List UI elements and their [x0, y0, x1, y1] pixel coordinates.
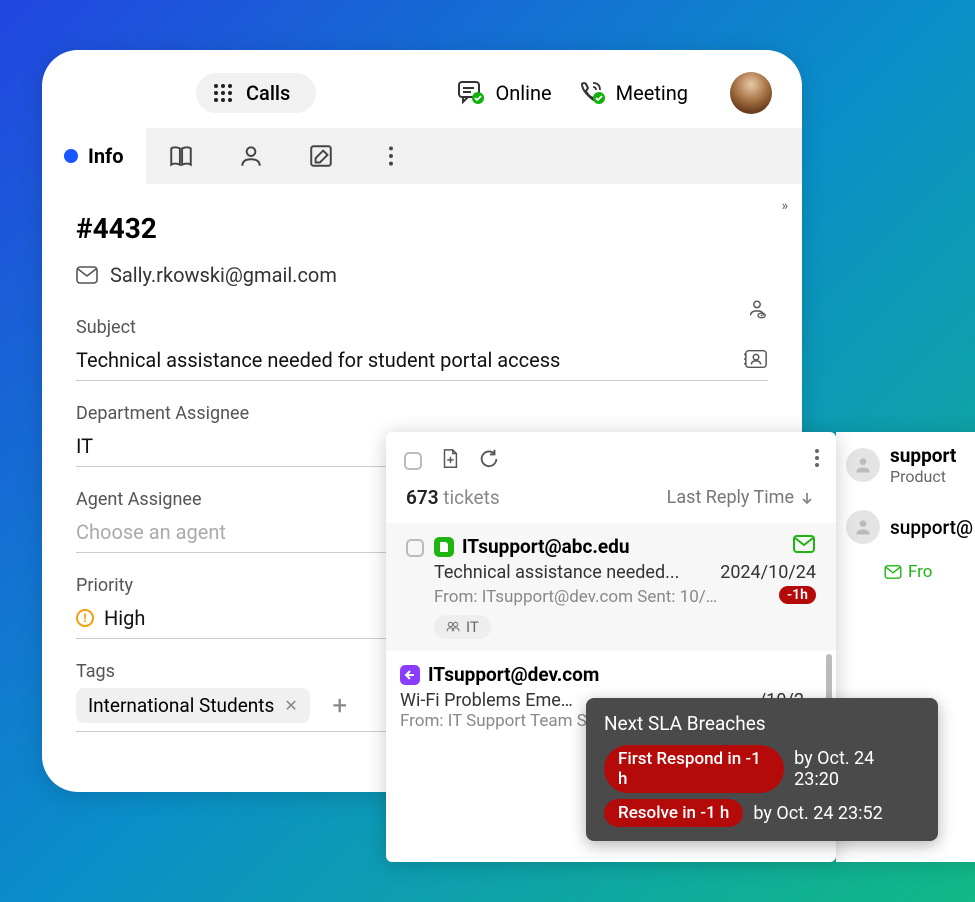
ticket-subject: Technical assistance needed... — [434, 562, 679, 583]
tab-more[interactable] — [356, 128, 426, 184]
ticket-list-item[interactable]: ITsupport@abc.edu Technical assistance n… — [386, 523, 836, 651]
dept-chip-label: IT — [466, 618, 479, 636]
refresh-icon[interactable] — [478, 448, 500, 470]
tags-field: Tags International Students ✕ + — [76, 661, 396, 732]
message-from-label: Fro — [908, 562, 932, 582]
tab-edit[interactable] — [286, 128, 356, 184]
sla-tooltip: Next SLA Breaches First Respond in -1 h … — [586, 698, 938, 841]
contact-card-icon[interactable] — [744, 348, 768, 370]
tab-knowledge[interactable] — [146, 128, 216, 184]
info-icon — [64, 149, 78, 163]
priority-high-icon: ! — [76, 609, 94, 627]
sla-first-respond-badge: First Respond in -1 h — [604, 745, 784, 793]
subject-label: Subject — [76, 317, 768, 338]
tag-remove-icon[interactable]: ✕ — [284, 696, 297, 715]
message-preview: Fro — [884, 562, 975, 582]
thread-subject: Product — [890, 467, 956, 486]
agent-placeholder[interactable]: Choose an agent — [76, 516, 396, 553]
tab-bar: Info — [42, 128, 802, 184]
tag-text: International Students — [88, 694, 274, 717]
ticket-checkbox[interactable] — [406, 539, 424, 557]
subject-field: Subject Technical assistance needed for … — [76, 317, 768, 381]
message-sender: support@ — [890, 516, 973, 539]
requester-email-row: Sally.rkowski@gmail.com — [76, 263, 768, 287]
topbar: Calls Online Meeting — [42, 50, 802, 128]
thread-sender: support — [890, 444, 956, 467]
department-label: Department Assignee — [76, 403, 396, 424]
sort-label: Last Reply Time — [667, 487, 794, 508]
person-icon — [238, 143, 264, 169]
add-tag-button[interactable]: + — [324, 690, 356, 722]
online-label: Online — [495, 81, 551, 105]
sla-tooltip-title: Next SLA Breaches — [604, 712, 920, 735]
message-row[interactable]: support@ — [836, 498, 975, 556]
list-summary: 673 tickets Last Reply Time — [386, 480, 836, 523]
envelope-outline-icon — [884, 565, 902, 579]
subject-value[interactable]: Technical assistance needed for student … — [76, 344, 768, 381]
ticket-from: ITsupport@dev.com — [428, 663, 599, 686]
sla-badge: -1h — [779, 586, 816, 604]
ticket-count: 673 — [406, 486, 439, 509]
chat-icon — [457, 80, 485, 106]
tab-contact[interactable] — [216, 128, 286, 184]
tags-label: Tags — [76, 661, 396, 682]
department-field: Department Assignee IT — [76, 403, 396, 467]
ticket-date: 2024/10/24 — [720, 562, 816, 583]
tab-info[interactable]: Info — [42, 128, 146, 184]
expand-icon[interactable]: » — [781, 198, 788, 214]
sla-row: First Respond in -1 h by Oct. 24 23:20 — [604, 745, 920, 793]
meeting-label: Meeting — [616, 81, 688, 105]
new-ticket-icon[interactable] — [440, 448, 460, 470]
ticket-id: #4432 — [76, 212, 768, 245]
dialpad-icon — [214, 84, 232, 102]
sla-resolve-badge: Resolve in -1 h — [604, 799, 743, 827]
meeting-status[interactable]: Meeting — [578, 80, 688, 106]
ticket-meta: From: ITsupport@dev.com Sent: 10/… — [434, 587, 717, 607]
select-all-checkbox[interactable] — [404, 452, 422, 470]
group-icon — [446, 621, 460, 633]
online-status[interactable]: Online — [457, 80, 551, 106]
envelope-icon — [76, 266, 98, 284]
arrow-down-icon — [800, 491, 814, 505]
tab-info-label: Info — [88, 144, 124, 168]
avatar-placeholder-icon — [846, 448, 880, 482]
agent-label: Agent Assignee — [76, 489, 396, 510]
sla-resolve-time: by Oct. 24 23:52 — [753, 803, 882, 824]
sla-row: Resolve in -1 h by Oct. 24 23:52 — [604, 799, 920, 827]
ticket-count-suffix: tickets — [443, 486, 499, 509]
priority-value-row[interactable]: ! High — [76, 602, 396, 639]
calls-button[interactable]: Calls — [196, 73, 316, 113]
book-icon — [168, 143, 194, 169]
dept-chip: IT — [434, 615, 491, 639]
tag-chip[interactable]: International Students ✕ — [76, 688, 310, 723]
priority-field: Priority ! High — [76, 575, 396, 639]
phone-icon — [578, 80, 606, 106]
list-more-icon[interactable] — [814, 448, 820, 468]
requester-email: Sally.rkowski@gmail.com — [110, 263, 337, 287]
calls-label: Calls — [246, 81, 290, 105]
priority-value: High — [104, 606, 145, 630]
sort-dropdown[interactable]: Last Reply Time — [667, 487, 814, 508]
envelope-green-icon — [792, 535, 816, 553]
source-web-icon — [434, 537, 454, 557]
avatar-placeholder-icon — [846, 510, 880, 544]
user-avatar[interactable] — [730, 72, 772, 114]
sla-first-respond-time: by Oct. 24 23:20 — [794, 748, 920, 790]
edit-icon — [308, 143, 334, 169]
department-value[interactable]: IT — [76, 430, 396, 467]
agent-field: Agent Assignee Choose an agent — [76, 489, 396, 553]
watcher-icon[interactable] — [746, 298, 768, 320]
thread-header: support Product — [836, 432, 975, 498]
ticket-subject: Wi-Fi Problems Eme… — [400, 690, 573, 711]
ticket-from: ITsupport@abc.edu — [462, 535, 630, 558]
source-reply-icon — [400, 665, 420, 685]
priority-label: Priority — [76, 575, 396, 596]
list-toolbar — [386, 432, 836, 480]
kebab-icon — [378, 143, 404, 169]
